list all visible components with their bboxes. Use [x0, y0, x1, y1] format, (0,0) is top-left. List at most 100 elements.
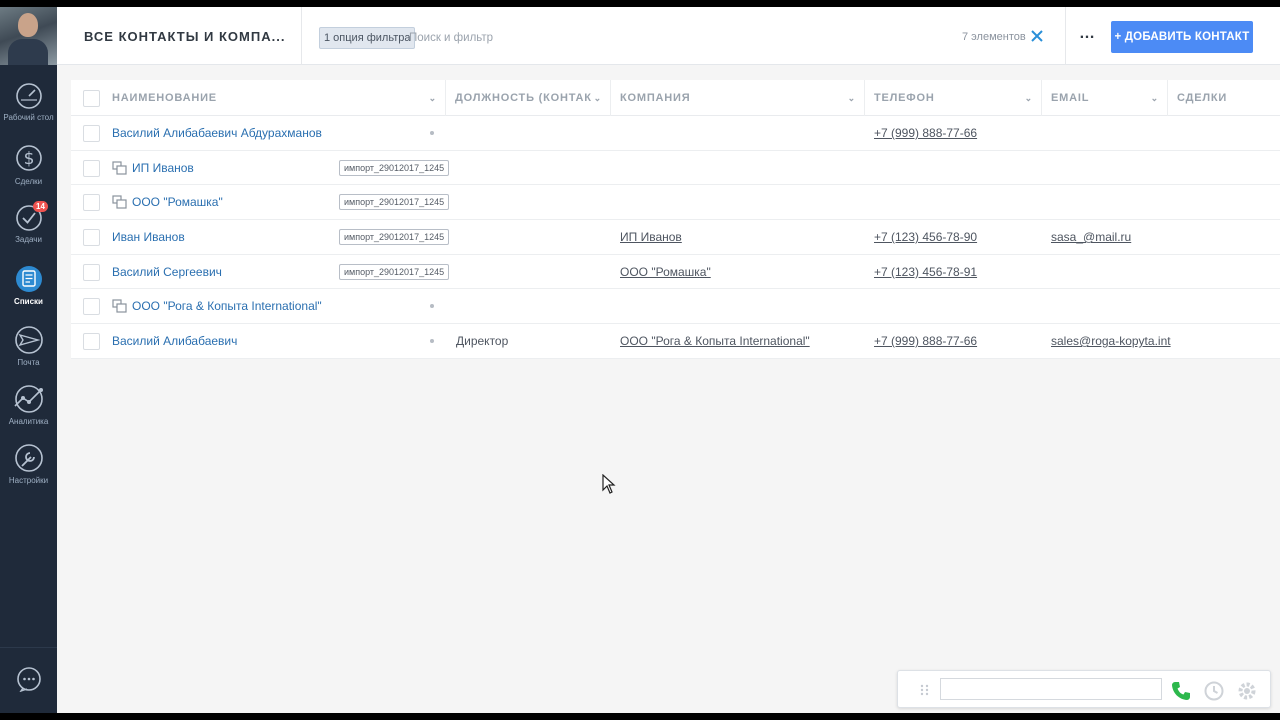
select-all-checkbox[interactable] — [83, 90, 100, 107]
company-link[interactable]: ООО "Ромашка" — [620, 255, 711, 289]
row-checkbox[interactable] — [83, 229, 100, 247]
row-checkbox[interactable] — [83, 298, 100, 316]
column-label: КОМПАНИЯ — [620, 92, 691, 104]
table-row[interactable]: Иван Иванов импорт_29012017_1245 ИП Иван… — [71, 220, 1280, 255]
mail-icon — [14, 326, 43, 354]
row-checkbox[interactable] — [83, 159, 100, 177]
contact-name-link[interactable]: Василий Сергеевич — [112, 255, 222, 289]
company-link[interactable]: ООО "Рога & Копыта International" — [620, 324, 810, 358]
history-icon[interactable] — [1203, 680, 1225, 702]
phone-link[interactable]: +7 (999) 888-77-66 — [874, 116, 977, 150]
row-checkbox[interactable] — [83, 263, 100, 281]
sidebar-item-lists[interactable]: Списки — [0, 264, 57, 306]
position-text: Директор — [456, 334, 509, 349]
top-bar: ВСЕ КОНТАКТЫ И КОМПА... 1 опция фильтра … — [57, 7, 1280, 65]
sidebar-item-label: Настройки — [8, 476, 49, 485]
company-name-link[interactable]: ИП Иванов — [132, 151, 194, 185]
dashboard-icon — [15, 83, 42, 109]
chevron-down-icon: ⌄ — [593, 93, 602, 103]
phone-link[interactable]: +7 (123) 456-78-91 — [874, 255, 977, 289]
sidebar-item-label: Сделки — [14, 177, 43, 186]
table-row[interactable]: ООО "Рога & Копыта International" — [71, 289, 1280, 325]
table-row[interactable]: Василий Сергеевич импорт_29012017_1245 О… — [71, 255, 1280, 290]
email-link[interactable]: sasa_@mail.ru — [1051, 220, 1131, 254]
add-contact-button[interactable]: + ДОБАВИТЬ КОНТАКТ — [1111, 21, 1253, 53]
sidebar-item-analytics[interactable]: Аналитика — [0, 384, 57, 426]
sidebar-item-deals[interactable]: $ Сделки — [0, 142, 57, 186]
table-header: НАИМЕНОВАНИЕ ⌄ ДОЛЖНОСТЬ (КОНТАК ⌄ КОМПАНИ… — [71, 80, 1280, 116]
tasks-badge: 14 — [33, 201, 48, 212]
phone-number-input[interactable] — [940, 678, 1162, 700]
column-header-position[interactable]: ДОЛЖНОСТЬ (КОНТАК ⌄ — [447, 80, 611, 116]
sidebar-item-mail[interactable]: Почта — [0, 325, 57, 367]
phone-widget — [897, 670, 1271, 708]
analytics-icon — [13, 385, 43, 413]
company-icon — [112, 299, 127, 314]
column-label: НАИМЕНОВАНИЕ — [112, 92, 217, 104]
avatar[interactable] — [0, 7, 57, 65]
tag-badge[interactable]: импорт_29012017_1245 — [339, 159, 450, 176]
bullet — [430, 339, 434, 344]
drag-handle-icon[interactable] — [920, 684, 930, 696]
contacts-table: НАИМЕНОВАНИЕ ⌄ ДОЛЖНОСТЬ (КОНТАК ⌄ КОМПАНИ… — [71, 80, 1280, 359]
column-header-phone[interactable]: ТЕЛЕФОН ⌄ — [866, 80, 1042, 116]
table-row[interactable]: ООО "Ромашка" импорт_29012017_1245 — [71, 185, 1280, 221]
column-label: ДОЛЖНОСТЬ (КОНТАК — [455, 92, 592, 104]
column-header-email[interactable]: EMAIL ⌄ — [1043, 80, 1168, 116]
tag-badge[interactable]: импорт_29012017_1245 — [339, 229, 450, 246]
company-name-link[interactable]: ООО "Ромашка" — [132, 185, 223, 219]
table-row[interactable]: Василий Алибабаевич Директор ООО "Рога &… — [71, 324, 1280, 359]
sidebar-item-label: Рабочий стол — [3, 113, 54, 122]
sidebar-item-settings[interactable]: Настройки — [0, 443, 57, 485]
divider — [301, 7, 302, 65]
tag-badge[interactable]: импорт_29012017_1245 — [339, 194, 450, 211]
gear-icon[interactable] — [1236, 680, 1258, 702]
chevron-down-icon: ⌄ — [428, 93, 437, 103]
sidebar-item-label: Задачи — [15, 235, 42, 244]
row-checkbox[interactable] — [83, 194, 100, 212]
row-checkbox[interactable] — [83, 125, 100, 142]
wrench-icon — [14, 444, 43, 472]
bullet — [430, 131, 434, 135]
tag-badge[interactable]: импорт_29012017_1245 — [339, 263, 450, 280]
more-button[interactable]: … — [1073, 26, 1101, 47]
contact-name-link[interactable]: Иван Иванов — [112, 220, 185, 254]
contact-name-link[interactable]: Василий Алибабаевич Абдурахманов — [112, 116, 322, 150]
phone-call-icon[interactable] — [1170, 680, 1192, 702]
app-window: Рабочий стол $ Сделки 14 Задачи Списки П… — [0, 7, 1280, 713]
dollar-icon: $ — [15, 145, 42, 171]
column-header-name[interactable]: НАИМЕНОВАНИЕ ⌄ — [104, 80, 446, 116]
company-icon — [112, 161, 127, 175]
column-header-deals[interactable]: СДЕЛКИ — [1169, 80, 1280, 116]
lists-icon — [15, 266, 42, 292]
phone-link[interactable]: +7 (999) 888-77-66 — [874, 324, 977, 358]
sidebar-item-tasks[interactable]: 14 Задачи — [0, 201, 57, 244]
chat-button[interactable] — [0, 647, 57, 713]
items-count: 7 элементов — [962, 31, 1026, 43]
column-label: ТЕЛЕФОН — [874, 92, 935, 104]
close-icon[interactable] — [1029, 28, 1045, 44]
chevron-down-icon: ⌄ — [1024, 93, 1033, 103]
sidebar-item-label: Почта — [17, 358, 40, 367]
search-input[interactable] — [409, 27, 789, 49]
chevron-down-icon: ⌄ — [1150, 93, 1159, 103]
company-link[interactable]: ИП Иванов — [620, 220, 682, 254]
sidebar-item-dashboard[interactable]: Рабочий стол — [0, 82, 57, 122]
company-icon — [112, 195, 127, 209]
column-header-company[interactable]: КОМПАНИЯ ⌄ — [612, 80, 865, 116]
table-row[interactable]: Василий Алибабаевич Абдурахманов +7 (999… — [71, 116, 1280, 151]
sidebar-item-label: Аналитика — [8, 417, 49, 426]
table-row[interactable]: ИП Иванов импорт_29012017_1245 — [71, 151, 1280, 186]
divider — [1065, 7, 1066, 65]
company-name-link[interactable]: ООО "Рога & Копыта International" — [132, 289, 322, 323]
page-title[interactable]: ВСЕ КОНТАКТЫ И КОМПА... — [84, 29, 285, 44]
email-link[interactable]: sales@roga-kopyta.int — [1051, 324, 1171, 358]
sidebar: Рабочий стол $ Сделки 14 Задачи Списки П… — [0, 7, 57, 713]
filter-chip[interactable]: 1 опция фильтра — [319, 27, 416, 49]
column-label: СДЕЛКИ — [1177, 92, 1228, 104]
row-checkbox[interactable] — [83, 333, 100, 351]
phone-link[interactable]: +7 (123) 456-78-90 — [874, 220, 977, 254]
contact-name-link[interactable]: Василий Алибабаевич — [112, 324, 237, 358]
chevron-down-icon: ⌄ — [847, 93, 856, 103]
chat-icon — [17, 667, 41, 692]
